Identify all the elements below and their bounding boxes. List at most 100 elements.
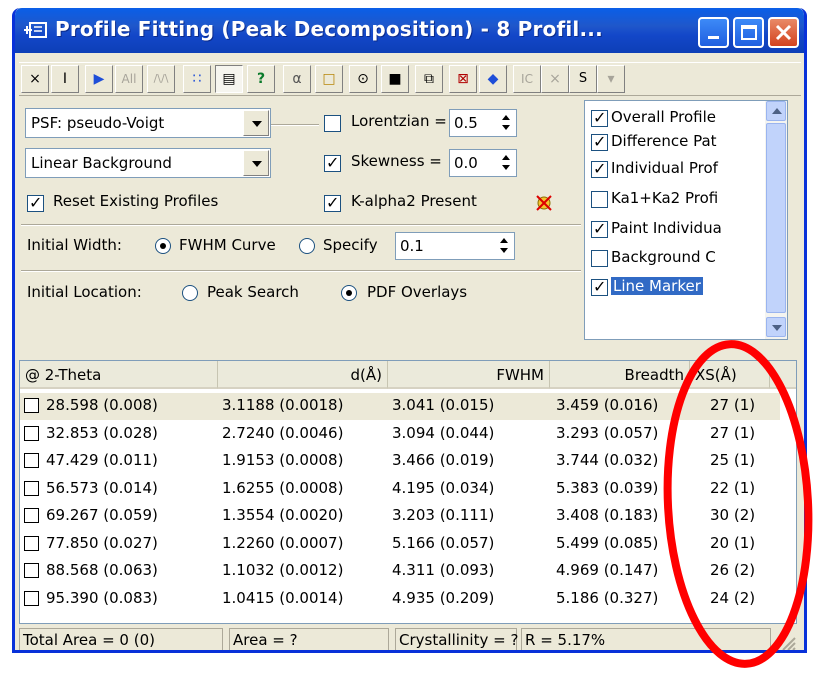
option-checkbox[interactable] bbox=[591, 159, 608, 178]
option-checkbox[interactable] bbox=[591, 191, 608, 208]
fwhm-curve-radio[interactable] bbox=[155, 238, 171, 254]
scroll-down-icon[interactable] bbox=[766, 317, 786, 337]
kalpha2-checkbox[interactable] bbox=[324, 193, 341, 212]
specify-spinner[interactable]: 0.1 bbox=[395, 232, 515, 260]
target-icon[interactable] bbox=[534, 192, 554, 212]
row-checkbox[interactable] bbox=[24, 453, 39, 468]
cell-xs: 20 (1) bbox=[710, 533, 756, 552]
spinner-arrows-icon[interactable] bbox=[497, 151, 515, 175]
row-checkbox[interactable] bbox=[24, 425, 39, 441]
option-background-curve[interactable]: Background C bbox=[589, 247, 759, 271]
cell-xs: 25 (1) bbox=[710, 451, 756, 469]
psf-select-value: PSF: pseudo-Voigt bbox=[31, 114, 165, 132]
lorentzian-spinner[interactable]: 0.5 bbox=[449, 109, 517, 137]
option-individual-profiles[interactable]: Individual Prof bbox=[589, 158, 759, 182]
option-ka1-ka2-profiles[interactable]: Ka1+Ka2 Profi bbox=[589, 188, 759, 212]
background-select[interactable]: Linear Background bbox=[25, 148, 271, 178]
spinner-arrows-icon[interactable] bbox=[497, 111, 515, 135]
option-label: Background C bbox=[611, 248, 716, 266]
option-label: Paint Individua bbox=[611, 219, 722, 237]
peaks-icon[interactable]: /\/\ bbox=[147, 65, 175, 93]
initial-width-label: Initial Width: bbox=[27, 236, 122, 254]
close-button[interactable] bbox=[768, 17, 799, 48]
column-header-xs[interactable]: XS(Å) bbox=[690, 361, 770, 389]
resize-grip-icon[interactable] bbox=[777, 632, 797, 652]
table-row[interactable]: 28.598 (0.008) 3.1188 (0.0018) 3.041 (0.01… bbox=[20, 393, 780, 420]
copy-icon[interactable]: ⧉ bbox=[415, 65, 443, 93]
options-scrollbar[interactable] bbox=[765, 101, 787, 339]
row-checkbox[interactable] bbox=[24, 508, 39, 523]
divider bbox=[21, 270, 581, 272]
psf-select[interactable]: PSF: pseudo-Voigt bbox=[25, 108, 271, 138]
option-difference-pattern[interactable]: Difference Pat bbox=[589, 131, 759, 155]
cell-2theta: 69.267 (0.059) bbox=[46, 506, 158, 524]
peak-search-radio[interactable] bbox=[182, 285, 198, 301]
table-row[interactable]: 88.568 (0.063) 1.1032 (0.0012) 4.311 (0.09… bbox=[20, 558, 780, 585]
clear-icon[interactable]: × bbox=[541, 65, 569, 93]
status-r-value: R = 5.17% bbox=[521, 628, 771, 650]
row-checkbox[interactable] bbox=[24, 480, 39, 496]
lorentzian-checkbox[interactable] bbox=[324, 115, 341, 132]
spinner-arrows-icon[interactable] bbox=[495, 234, 513, 258]
play-icon[interactable]: ▶ bbox=[85, 65, 113, 93]
cell-breadth: 3.408 (0.183) bbox=[556, 506, 659, 524]
option-checkbox[interactable] bbox=[591, 277, 608, 296]
option-checkbox[interactable] bbox=[591, 219, 608, 238]
table-row[interactable]: 56.573 (0.014) 1.6255 (0.0008) 4.195 (0.03… bbox=[20, 476, 780, 503]
text-cursor-icon[interactable]: I bbox=[51, 65, 79, 93]
minimize-button[interactable] bbox=[698, 17, 729, 48]
option-checkbox[interactable] bbox=[591, 250, 608, 267]
toolbar-dropdown[interactable]: ▾ bbox=[597, 65, 625, 93]
table-row[interactable]: 47.429 (0.011) 1.9153 (0.0008) 3.466 (0.01… bbox=[20, 448, 780, 475]
printer-icon[interactable]: ⊙ bbox=[349, 65, 377, 93]
exit-icon[interactable]: ⊠ bbox=[449, 65, 477, 93]
alpha-icon[interactable]: α bbox=[283, 65, 311, 93]
ic-icon[interactable]: IC bbox=[513, 65, 541, 93]
all-icon[interactable]: All bbox=[115, 65, 143, 93]
cell-breadth: 5.186 (0.327) bbox=[556, 588, 659, 607]
chevron-down-icon[interactable] bbox=[243, 110, 269, 136]
option-line-marker[interactable]: Line Marker bbox=[589, 276, 759, 300]
cell-2theta: 47.429 (0.011) bbox=[46, 451, 158, 469]
title-bar[interactable]: Profile Fitting (Peak Decomposition) - 8… bbox=[15, 8, 804, 53]
column-header-fwhm[interactable]: FWHM bbox=[388, 361, 550, 389]
option-checkbox[interactable] bbox=[591, 108, 608, 127]
table-row[interactable]: 69.267 (0.059) 1.3554 (0.0020) 3.203 (0.11… bbox=[20, 503, 780, 530]
cell-d-spacing: 1.1032 (0.0012) bbox=[222, 561, 344, 579]
specify-value: 0.1 bbox=[400, 237, 424, 255]
help-icon[interactable]: ? bbox=[247, 65, 275, 93]
cell-xs: 27 (1) bbox=[710, 423, 756, 442]
save-icon[interactable]: ■ bbox=[381, 65, 409, 93]
column-header-breadth[interactable]: Breadth bbox=[550, 361, 690, 389]
reset-profiles-checkbox[interactable] bbox=[27, 193, 44, 212]
option-checkbox[interactable] bbox=[591, 132, 608, 151]
table-row[interactable]: 77.850 (0.027) 1.2260 (0.0007) 5.166 (0.05… bbox=[20, 531, 780, 558]
display-options-list[interactable]: Overall Profile Difference Pat Individua… bbox=[584, 100, 788, 340]
skewness-checkbox[interactable] bbox=[324, 153, 341, 172]
cell-d-spacing: 1.0415 (0.0014) bbox=[222, 588, 344, 607]
folder-icon[interactable]: □ bbox=[315, 65, 343, 93]
table-icon[interactable]: ▤ bbox=[215, 65, 243, 93]
row-checkbox[interactable] bbox=[24, 563, 39, 578]
option-paint-individual[interactable]: Paint Individua bbox=[589, 218, 759, 242]
row-checkbox[interactable] bbox=[24, 590, 39, 606]
specify-radio[interactable] bbox=[299, 238, 315, 254]
table-row[interactable]: 32.853 (0.028) 2.7240 (0.0046) 3.094 (0.04… bbox=[20, 421, 780, 448]
scroll-up-icon[interactable] bbox=[766, 101, 786, 121]
column-header-2theta[interactable]: @ 2-Theta bbox=[20, 361, 218, 389]
pdf-overlays-radio[interactable] bbox=[341, 285, 357, 301]
dots-icon[interactable]: ∷ bbox=[183, 65, 211, 93]
row-checkbox[interactable] bbox=[24, 398, 39, 413]
close-x-icon[interactable]: × bbox=[21, 65, 49, 93]
scroll-thumb[interactable] bbox=[766, 123, 786, 313]
row-checkbox[interactable] bbox=[24, 535, 39, 551]
marker-icon[interactable]: ◆ bbox=[479, 65, 507, 93]
chevron-down-icon[interactable] bbox=[243, 150, 269, 176]
specify-label: Specify bbox=[323, 236, 378, 254]
s-icon[interactable]: S bbox=[569, 65, 597, 93]
column-header-d-spacing[interactable]: d(Å) bbox=[218, 361, 388, 389]
skewness-spinner[interactable]: 0.0 bbox=[449, 149, 517, 177]
table-row[interactable]: 95.390 (0.083) 1.0415 (0.0014) 4.935 (0.20… bbox=[20, 586, 780, 613]
option-overall-profile[interactable]: Overall Profile bbox=[589, 107, 759, 131]
maximize-button[interactable] bbox=[733, 17, 764, 48]
